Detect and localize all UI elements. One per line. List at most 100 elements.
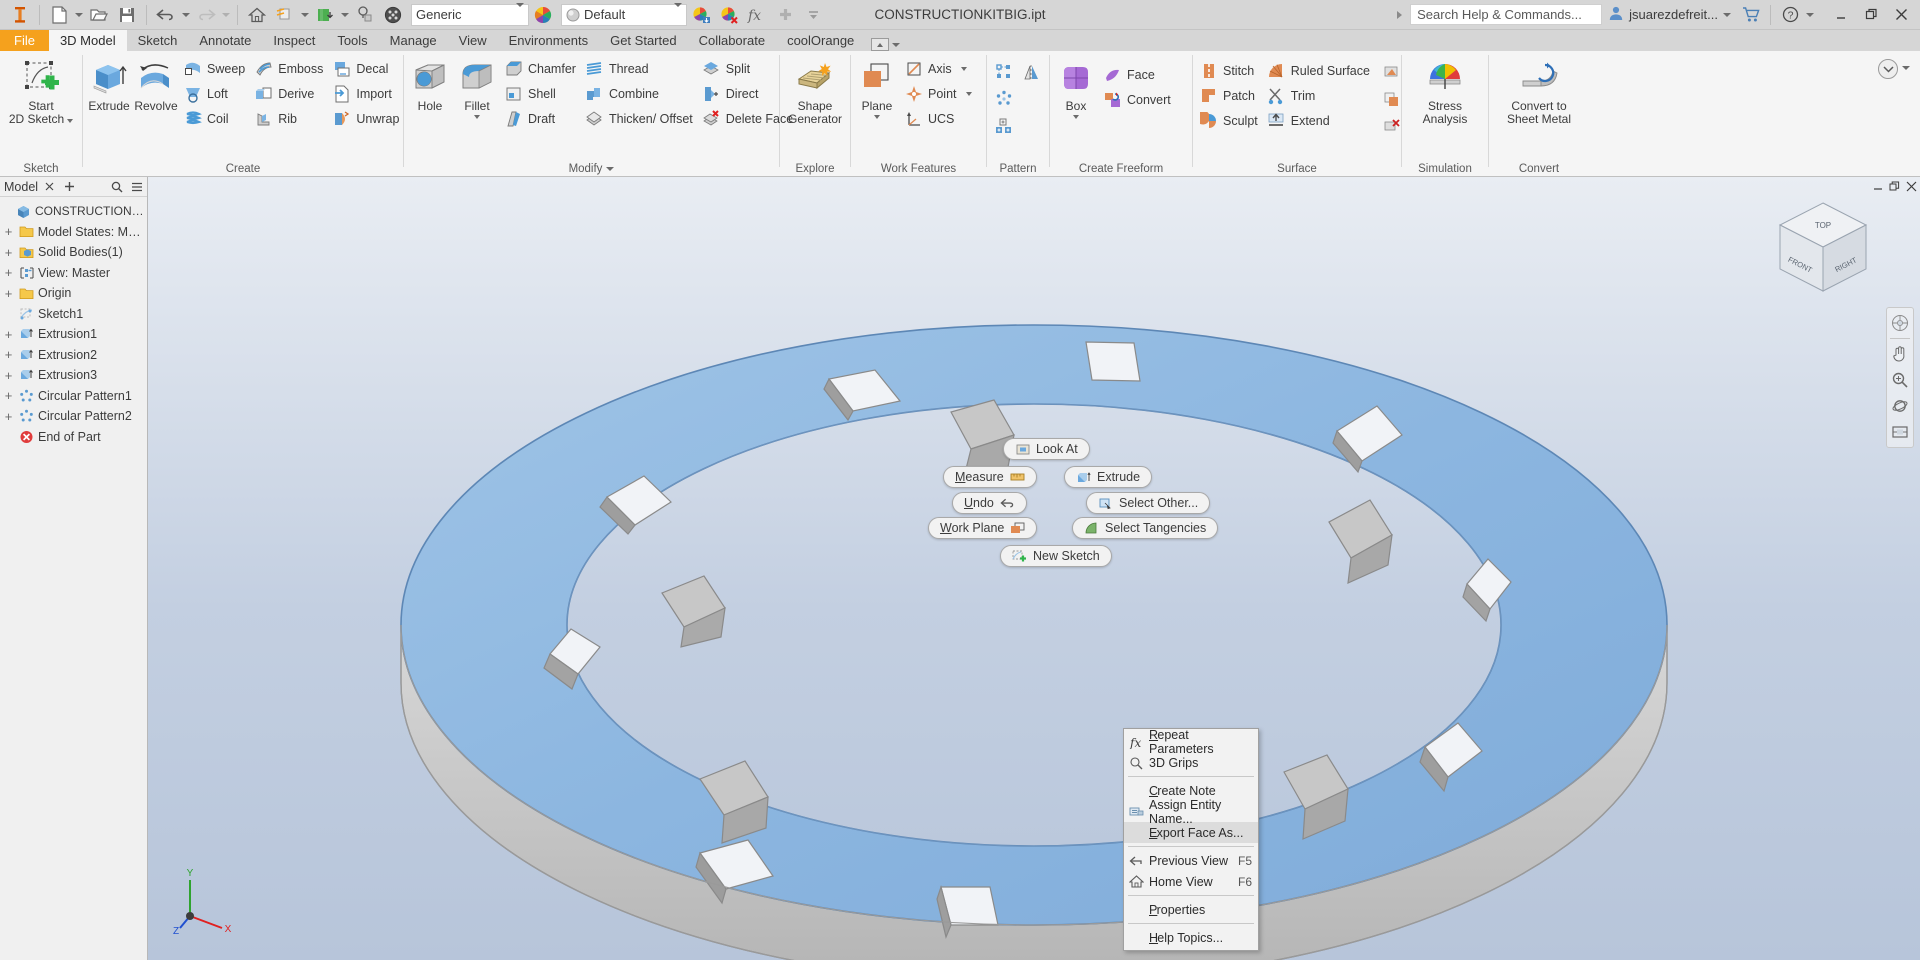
search-input[interactable]: Search Help & Commands... (1410, 4, 1603, 25)
look-at-nav-icon[interactable] (1888, 420, 1912, 444)
orbit-icon[interactable] (1888, 394, 1912, 418)
context-item-assign-entity-name[interactable]: Assign Entity Name... (1124, 798, 1258, 826)
expand-icon[interactable]: + (2, 224, 15, 239)
thicken-offset-button[interactable]: Thicken/ Offset (582, 107, 698, 131)
emboss-button[interactable]: Emboss (251, 57, 328, 81)
point-button[interactable]: Point (901, 82, 977, 106)
chevron-down-icon[interactable] (1902, 66, 1910, 70)
3d-viewport[interactable]: TOP FRONT RIGHT Y X Z Look At Measure Ex… (148, 177, 1920, 960)
tree-node-extrusion1[interactable]: + Extrusion1 (0, 324, 147, 345)
sketch-driven-pattern-icon[interactable] (992, 114, 1016, 138)
help-dropdown[interactable] (1804, 2, 1816, 28)
material-combo[interactable]: Generic (411, 3, 529, 26)
rectangular-pattern-icon[interactable] (992, 60, 1016, 84)
tab-inspect[interactable]: Inspect (262, 30, 326, 51)
undo-dropdown[interactable] (180, 2, 192, 28)
3d-model-ring[interactable] (148, 177, 1920, 960)
tab-tools[interactable]: Tools (326, 30, 378, 51)
ribbon-display-options[interactable] (871, 38, 901, 51)
tab-manage[interactable]: Manage (379, 30, 448, 51)
circular-pattern-icon[interactable] (992, 87, 1016, 111)
convert-to-sheet-metal-button[interactable]: Convert to Sheet Metal (1494, 55, 1584, 126)
context-item-home-view[interactable]: Home View F6 (1124, 871, 1258, 892)
tab-coolorange[interactable]: coolOrange (776, 30, 865, 51)
tab-environments[interactable]: Environments (498, 30, 599, 51)
update-green-icon[interactable] (311, 2, 339, 28)
expand-icon[interactable]: + (2, 388, 15, 403)
context-item-export-face-as[interactable]: Export Face As... (1124, 822, 1258, 843)
browser-tab-model[interactable]: Model (4, 180, 38, 194)
chevron-down-icon[interactable] (960, 67, 967, 71)
tree-node-circular-pattern1[interactable]: + Circular Pattern1 (0, 386, 147, 407)
appearance-wheel-icon[interactable] (529, 2, 557, 28)
freeform-convert-button[interactable]: Convert (1100, 88, 1176, 112)
full-navigation-wheel-icon[interactable] (1888, 311, 1912, 335)
chevron-down-icon[interactable] (606, 167, 615, 171)
tree-node-circular-pattern2[interactable]: + Circular Pattern2 (0, 406, 147, 427)
new-file-dropdown[interactable] (73, 2, 85, 28)
undo-button[interactable] (152, 2, 180, 28)
new-file-button[interactable] (45, 2, 73, 28)
surface-copy-icon[interactable] (1380, 87, 1404, 111)
open-file-button[interactable] (85, 2, 113, 28)
plus-icon[interactable] (60, 178, 78, 196)
axis-button[interactable]: Axis (901, 57, 977, 81)
loft-button[interactable]: Loft (180, 82, 250, 106)
hamburger-menu-icon[interactable] (128, 178, 146, 196)
chevron-down-icon[interactable] (67, 118, 74, 123)
chevron-down-icon[interactable] (873, 115, 880, 119)
help-question-icon[interactable]: ? (1776, 2, 1804, 28)
tree-node-extrusion2[interactable]: + Extrusion2 (0, 345, 147, 366)
derive-button[interactable]: Derive (251, 82, 328, 106)
tree-node-root[interactable]: CONSTRUCTIONKITBIG.ipt (0, 201, 147, 222)
return-icon[interactable] (271, 2, 299, 28)
look-at-button[interactable]: Look At (1003, 438, 1090, 460)
ribbon-minimize-icon[interactable] (871, 38, 890, 51)
chamfer-button[interactable]: Chamfer (501, 57, 581, 81)
ucs-button[interactable]: UCS (901, 107, 977, 131)
decal-button[interactable]: Decal (329, 57, 404, 81)
tree-node-extrusion3[interactable]: + Extrusion3 (0, 365, 147, 386)
sweep-button[interactable]: Sweep (180, 57, 250, 81)
surface-delete-icon[interactable] (1380, 114, 1404, 138)
mirror-icon[interactable] (1020, 60, 1044, 84)
import-button[interactable]: Import (329, 82, 404, 106)
close-icon[interactable] (1886, 1, 1916, 29)
tab-collaborate[interactable]: Collaborate (688, 30, 777, 51)
new-sketch-button[interactable]: New Sketch (1000, 545, 1112, 567)
tab-annotate[interactable]: Annotate (188, 30, 262, 51)
work-plane-button[interactable]: Work Plane (928, 517, 1038, 539)
unwrap-button[interactable]: Unwrap (329, 107, 404, 131)
chevron-down-icon[interactable] (965, 92, 972, 96)
tree-node-origin[interactable]: + Origin (0, 283, 147, 304)
shell-button[interactable]: Shell (501, 82, 581, 106)
appearance-combo[interactable]: Default (561, 3, 687, 26)
fillet-button[interactable]: Fillet (454, 55, 500, 119)
search-expand-icon[interactable] (1397, 10, 1403, 19)
extend-button[interactable]: Extend (1264, 109, 1375, 133)
tab-view[interactable]: View (448, 30, 498, 51)
extrude-button[interactable]: Extrude (1064, 466, 1153, 488)
revolve-button[interactable]: Revolve (133, 55, 179, 113)
appearance-clear-icon[interactable] (715, 2, 743, 28)
thread-button[interactable]: Thread (582, 57, 698, 81)
coil-button[interactable]: Coil (180, 107, 250, 131)
tab-get-started[interactable]: Get Started (599, 30, 687, 51)
stress-analysis-button[interactable]: Stress Analysis (1407, 55, 1483, 126)
material-icon[interactable] (351, 2, 379, 28)
update-dropdown[interactable] (339, 2, 351, 28)
chevron-down-icon[interactable] (474, 115, 480, 119)
stitch-button[interactable]: Stitch (1196, 59, 1263, 83)
chevron-down-icon[interactable] (1073, 115, 1079, 119)
minimize-icon[interactable] (1826, 1, 1856, 29)
expand-icon[interactable]: + (2, 265, 15, 280)
combine-button[interactable]: Combine (582, 82, 698, 106)
pan-hand-icon[interactable] (1888, 342, 1912, 366)
restore-icon[interactable] (1856, 1, 1886, 29)
zoom-icon[interactable] (1888, 368, 1912, 392)
tree-node-sketch1[interactable]: Sketch1 (0, 304, 147, 325)
draft-button[interactable]: Draft (501, 107, 581, 131)
measure-button[interactable]: Measure (943, 466, 1037, 488)
return-dropdown[interactable] (299, 2, 311, 28)
search-icon[interactable] (108, 178, 126, 196)
